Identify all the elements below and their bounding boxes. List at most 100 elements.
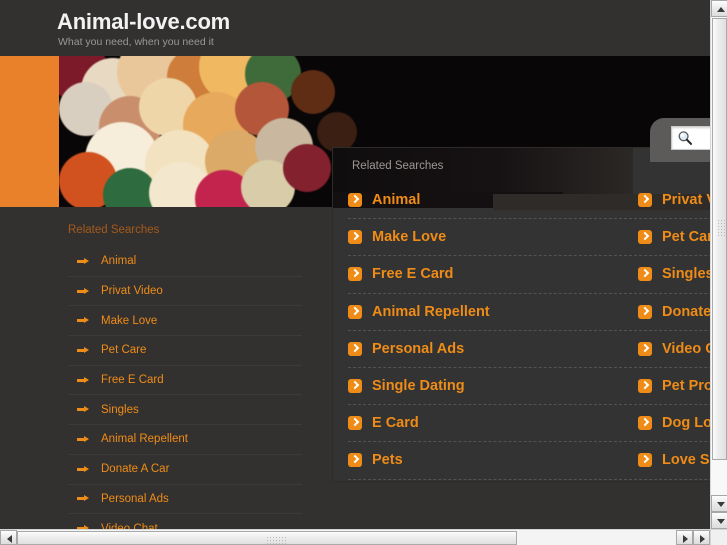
sidebar-item-pet-care[interactable]: Pet Care bbox=[68, 336, 302, 366]
sidebar-item-free-e-card[interactable]: Free E Card bbox=[68, 366, 302, 396]
chevron-right-icon bbox=[348, 305, 362, 319]
popup-link-label: Pet Care bbox=[662, 229, 710, 245]
sidebar-item-animal-repellent[interactable]: Animal Repellent bbox=[68, 425, 302, 455]
sidebar-item-personal-ads[interactable]: Personal Ads bbox=[68, 485, 302, 515]
arrow-bullet-icon bbox=[77, 285, 90, 298]
triangle-left-icon bbox=[7, 535, 12, 543]
popup-link-pet-products[interactable]: Pet Products bbox=[638, 368, 710, 404]
sidebar-item-label: Pet Care bbox=[101, 344, 146, 356]
popup-link-animal-repellent[interactable]: Animal Repellent bbox=[348, 294, 638, 330]
chevron-right-icon bbox=[348, 267, 362, 281]
scroll-right-button-inner[interactable] bbox=[676, 530, 693, 545]
popup-row: Free E Card Singles bbox=[348, 256, 710, 293]
site-header: Animal-love.com What you need, when you … bbox=[0, 0, 710, 56]
site-tagline: What you need, when you need it bbox=[58, 36, 214, 48]
scroll-up-button[interactable] bbox=[711, 0, 727, 17]
chevron-right-icon bbox=[638, 453, 652, 467]
arrow-bullet-icon bbox=[77, 492, 90, 505]
horizontal-scrollbar-thumb[interactable] bbox=[17, 531, 517, 545]
chevron-right-icon bbox=[638, 193, 652, 207]
popup-link-animal[interactable]: Animal bbox=[348, 182, 638, 218]
vertical-scrollbar-thumb[interactable] bbox=[712, 18, 727, 460]
sidebar-item-donate-a-car[interactable]: Donate A Car bbox=[68, 455, 302, 485]
sidebar-item-privat-video[interactable]: Privat Video bbox=[68, 277, 302, 307]
popup-link-label: Singles bbox=[662, 266, 710, 282]
popup-link-label: Dog Lovers bbox=[662, 415, 710, 431]
popup-row: Animal Privat Video bbox=[348, 182, 710, 219]
chevron-right-icon bbox=[348, 193, 362, 207]
popup-link-label: Single Dating bbox=[372, 378, 465, 394]
popup-link-label: Pet Products bbox=[662, 378, 710, 394]
sidebar-item-video-chat[interactable]: Video Chat bbox=[68, 514, 302, 529]
popup-row: Single Dating Pet Products bbox=[348, 368, 710, 405]
chevron-right-icon bbox=[638, 230, 652, 244]
popup-link-dog-lovers[interactable]: Dog Lovers bbox=[638, 405, 710, 441]
popup-link-single-dating[interactable]: Single Dating bbox=[348, 368, 638, 404]
scroll-left-button[interactable] bbox=[0, 530, 17, 545]
scroll-right-button[interactable] bbox=[693, 530, 710, 545]
search-icon bbox=[677, 130, 693, 146]
popup-link-e-card[interactable]: E Card bbox=[348, 405, 638, 441]
sidebar-item-label: Privat Video bbox=[101, 285, 163, 297]
browser-viewport: Animal-love.com What you need, when you … bbox=[0, 0, 710, 529]
chevron-right-icon bbox=[348, 230, 362, 244]
arrow-bullet-icon bbox=[77, 522, 90, 529]
scrollbar-grip bbox=[717, 219, 725, 237]
sidebar-item-label: Make Love bbox=[101, 315, 157, 327]
popup-row: Animal Repellent Donate A Car bbox=[348, 294, 710, 331]
arrow-bullet-icon bbox=[77, 344, 90, 357]
triangle-left-icon bbox=[683, 535, 688, 543]
chevron-right-icon bbox=[348, 453, 362, 467]
popup-link-label: Animal Repellent bbox=[372, 304, 490, 320]
chevron-right-icon bbox=[638, 379, 652, 393]
related-searches-popup: Related Searches Animal Privat Video bbox=[333, 148, 710, 481]
scroll-down-button[interactable] bbox=[711, 512, 727, 529]
arrow-bullet-icon bbox=[77, 374, 90, 387]
sidebar-item-animal[interactable]: Animal bbox=[68, 247, 302, 277]
sidebar-related-searches: Related Searches Animal Privat Video Mak… bbox=[0, 207, 320, 529]
chevron-right-icon bbox=[638, 416, 652, 430]
chevron-right-icon bbox=[348, 342, 362, 356]
chevron-right-icon bbox=[348, 379, 362, 393]
chevron-right-icon bbox=[348, 416, 362, 430]
popup-link-love-songs[interactable]: Love Songs bbox=[638, 442, 710, 478]
banner-orange-block bbox=[0, 56, 59, 207]
sidebar-item-label: Animal Repellent bbox=[101, 433, 188, 445]
scroll-down-button-upper[interactable] bbox=[711, 495, 727, 512]
arrow-bullet-icon bbox=[77, 433, 90, 446]
popup-link-label: E Card bbox=[372, 415, 419, 431]
popup-link-privat-video[interactable]: Privat Video bbox=[638, 182, 710, 218]
popup-link-label: Pets bbox=[372, 452, 403, 468]
site-title: Animal-love.com bbox=[57, 9, 230, 35]
popup-link-video-chat[interactable]: Video Chat bbox=[638, 331, 710, 367]
search-panel bbox=[650, 118, 710, 162]
sidebar-item-label: Animal bbox=[101, 255, 136, 267]
sidebar-item-label: Personal Ads bbox=[101, 493, 169, 505]
popup-link-singles[interactable]: Singles bbox=[638, 256, 710, 292]
search-input[interactable] bbox=[671, 126, 710, 150]
page-content: Animal-love.com What you need, when you … bbox=[0, 0, 710, 529]
sidebar-list: Animal Privat Video Make Love Pet Care F… bbox=[68, 247, 302, 529]
popup-link-make-love[interactable]: Make Love bbox=[348, 219, 638, 255]
popup-link-label: Animal bbox=[372, 192, 420, 208]
popup-link-free-e-card[interactable]: Free E Card bbox=[348, 256, 638, 292]
popup-link-label: Free E Card bbox=[372, 266, 453, 282]
sidebar-item-singles[interactable]: Singles bbox=[68, 395, 302, 425]
popup-link-personal-ads[interactable]: Personal Ads bbox=[348, 331, 638, 367]
popup-link-label: Personal Ads bbox=[372, 341, 464, 357]
popup-row: Personal Ads Video Chat bbox=[348, 331, 710, 368]
popup-row: Make Love Pet Care bbox=[348, 219, 710, 256]
popup-link-pet-care[interactable]: Pet Care bbox=[638, 219, 710, 255]
arrow-bullet-icon bbox=[77, 255, 90, 268]
sidebar-item-make-love[interactable]: Make Love bbox=[68, 306, 302, 336]
popup-link-donate-a-car[interactable]: Donate A Car bbox=[638, 294, 710, 330]
scrollbar-corner bbox=[710, 529, 727, 545]
popup-link-label: Make Love bbox=[372, 229, 446, 245]
popup-link-label: Privat Video bbox=[662, 192, 710, 208]
vertical-scrollbar[interactable] bbox=[710, 0, 727, 529]
popup-link-label: Video Chat bbox=[662, 341, 710, 357]
popup-link-pets[interactable]: Pets bbox=[348, 442, 638, 478]
popup-row: E Card Dog Lovers bbox=[348, 405, 710, 442]
horizontal-scrollbar[interactable] bbox=[0, 529, 727, 545]
triangle-down-icon bbox=[717, 519, 725, 524]
